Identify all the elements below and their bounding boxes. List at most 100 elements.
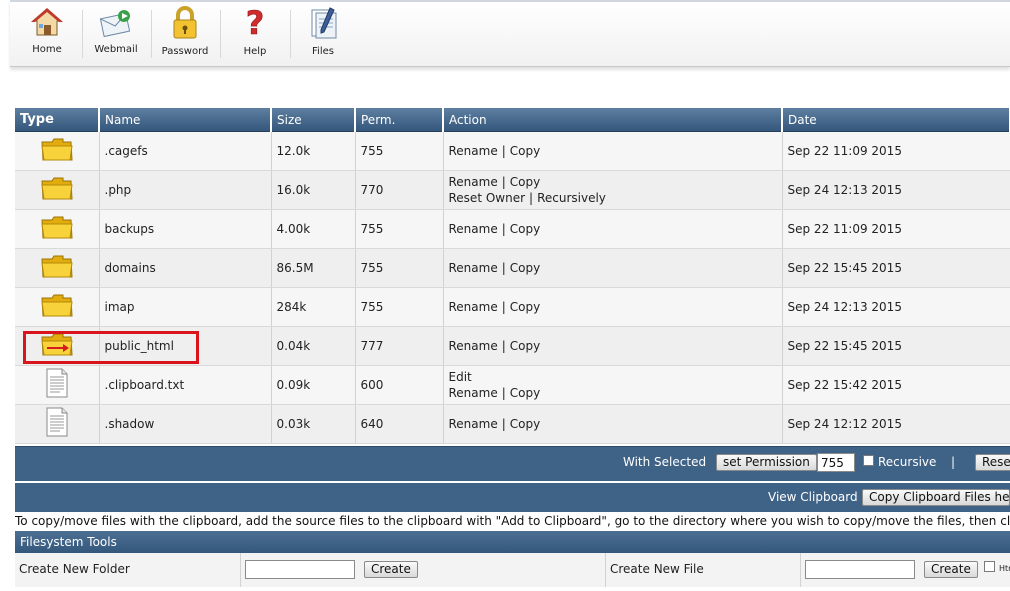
file-name[interactable]: .php: [105, 183, 132, 197]
column-header-name[interactable]: Name: [99, 108, 272, 132]
file-name[interactable]: domains: [105, 261, 156, 275]
type-cell[interactable]: [15, 287, 100, 327]
perm-cell[interactable]: 755: [355, 287, 444, 327]
name-cell[interactable]: backups: [99, 209, 272, 249]
size-cell: 16.0k: [271, 170, 356, 210]
file-name[interactable]: .clipboard.txt: [105, 378, 185, 392]
top-toolbar: Home Webmail Password ? Help Files: [10, 0, 1010, 67]
perm-cell[interactable]: 777: [355, 326, 444, 366]
rename-link[interactable]: Rename: [449, 386, 498, 400]
rename-link[interactable]: Rename: [449, 261, 498, 275]
perm-cell[interactable]: 770: [355, 170, 444, 210]
password-button[interactable]: Password: [154, 6, 216, 62]
date-cell: Sep 22 15:45 2015: [782, 248, 1010, 288]
permission-input[interactable]: [817, 453, 855, 472]
name-cell[interactable]: .clipboard.txt: [99, 365, 272, 405]
create-file-button[interactable]: Create: [924, 561, 978, 578]
file-name[interactable]: public_html: [105, 339, 174, 353]
html-checkbox[interactable]: [984, 561, 995, 572]
toolbar-divider: [151, 10, 152, 58]
type-cell[interactable]: [15, 404, 100, 444]
perm-cell[interactable]: 640: [355, 404, 444, 444]
type-cell[interactable]: [15, 131, 100, 171]
edit-link[interactable]: Edit: [449, 370, 472, 384]
webmail-label: Webmail: [94, 44, 138, 55]
home-button[interactable]: Home: [16, 6, 78, 62]
action-separator: |: [501, 417, 506, 431]
file-name[interactable]: .shadow: [105, 417, 155, 431]
copy-link[interactable]: Copy: [510, 261, 540, 275]
files-label: Files: [312, 46, 334, 57]
clipboard-help-text: To copy/move files with the clipboard, a…: [15, 514, 1010, 528]
copy-link[interactable]: Copy: [510, 222, 540, 236]
webmail-button[interactable]: Webmail: [85, 6, 147, 62]
create-folder-button[interactable]: Create: [364, 561, 418, 578]
padlock-icon: [173, 6, 197, 39]
column-header-action[interactable]: Action: [443, 108, 783, 132]
recursive-checkbox[interactable]: [863, 455, 874, 466]
name-cell[interactable]: .cagefs: [99, 131, 272, 171]
toolbar-divider: [82, 10, 83, 58]
column-header-type[interactable]: Type: [15, 108, 100, 132]
file-name[interactable]: imap: [105, 300, 135, 314]
file-name[interactable]: .cagefs: [105, 144, 148, 158]
copy-link[interactable]: Copy: [510, 175, 540, 189]
folder-icon: [41, 177, 73, 200]
action-cell: Rename | Copy: [443, 131, 783, 171]
copy-link[interactable]: Copy: [510, 339, 540, 353]
perm-cell[interactable]: 755: [355, 248, 444, 288]
reset-owner-link[interactable]: Reset Owner: [449, 191, 526, 205]
action-cell: Rename | Copy: [443, 326, 783, 366]
name-cell[interactable]: public_html: [99, 326, 272, 366]
copy-clipboard-files-button[interactable]: Copy Clipboard Files here: [862, 489, 1010, 506]
folder-icon: [41, 294, 73, 317]
type-cell[interactable]: [15, 365, 100, 405]
column-header-perm[interactable]: Perm.: [355, 108, 444, 132]
rename-link[interactable]: Rename: [449, 175, 498, 189]
date-cell: Sep 22 15:45 2015: [782, 326, 1010, 366]
file-name[interactable]: backups: [105, 222, 155, 236]
copy-link[interactable]: Copy: [510, 300, 540, 314]
copy-link[interactable]: Copy: [510, 417, 540, 431]
rename-link[interactable]: Rename: [449, 417, 498, 431]
perm-cell[interactable]: 755: [355, 209, 444, 249]
table-row: .php 16.0k 770 Rename | Copy Reset Owner | Recur…: [15, 170, 1010, 210]
rename-link[interactable]: Rename: [449, 339, 498, 353]
perm-cell[interactable]: 600: [355, 365, 444, 405]
create-folder-label: Create New Folder: [19, 562, 130, 576]
type-cell[interactable]: [15, 326, 100, 366]
question-mark-icon: ?: [245, 6, 264, 40]
name-cell[interactable]: imap: [99, 287, 272, 327]
view-clipboard-link[interactable]: View Clipboard: [768, 490, 858, 504]
size-cell: 0.04k: [271, 326, 356, 366]
recursively-link[interactable]: Recursively: [537, 191, 606, 205]
action-separator: |: [501, 339, 506, 353]
type-cell[interactable]: [15, 209, 100, 249]
files-button[interactable]: Files: [292, 6, 354, 62]
new-folder-input[interactable]: [245, 560, 355, 579]
rename-link[interactable]: Rename: [449, 222, 498, 236]
name-cell[interactable]: .php: [99, 170, 272, 210]
help-button[interactable]: ? Help: [224, 6, 286, 62]
perm-cell[interactable]: 755: [355, 131, 444, 171]
rename-link[interactable]: Rename: [449, 300, 498, 314]
type-cell[interactable]: [15, 248, 100, 288]
new-file-input[interactable]: [805, 560, 915, 579]
table-row: imap 284k 755 Rename | Copy Sep 24 12:13 2015: [15, 287, 1010, 327]
action-cell: Rename | Copy: [443, 287, 783, 327]
name-cell[interactable]: domains: [99, 248, 272, 288]
column-header-size[interactable]: Size: [271, 108, 356, 132]
copy-link[interactable]: Copy: [510, 144, 540, 158]
type-cell[interactable]: [15, 170, 100, 210]
name-cell[interactable]: .shadow: [99, 404, 272, 444]
file-table: Type Name Size Perm. Action Date .cagefs…: [15, 108, 1010, 444]
copy-link[interactable]: Copy: [510, 386, 540, 400]
reset-button[interactable]: Reset: [975, 454, 1010, 471]
table-row: domains 86.5M 755 Rename | Copy Sep 22 15:45 2…: [15, 248, 1010, 288]
rename-link[interactable]: Rename: [449, 144, 498, 158]
table-row: .cagefs 12.0k 755 Rename | Copy Sep 22 11:09 2…: [15, 131, 1010, 171]
column-header-date[interactable]: Date: [782, 108, 1010, 132]
action-separator: |: [529, 191, 534, 205]
action-cell: Rename | Copy Reset Owner | Recursively: [443, 170, 783, 210]
set-permission-button[interactable]: set Permission: [716, 454, 817, 471]
